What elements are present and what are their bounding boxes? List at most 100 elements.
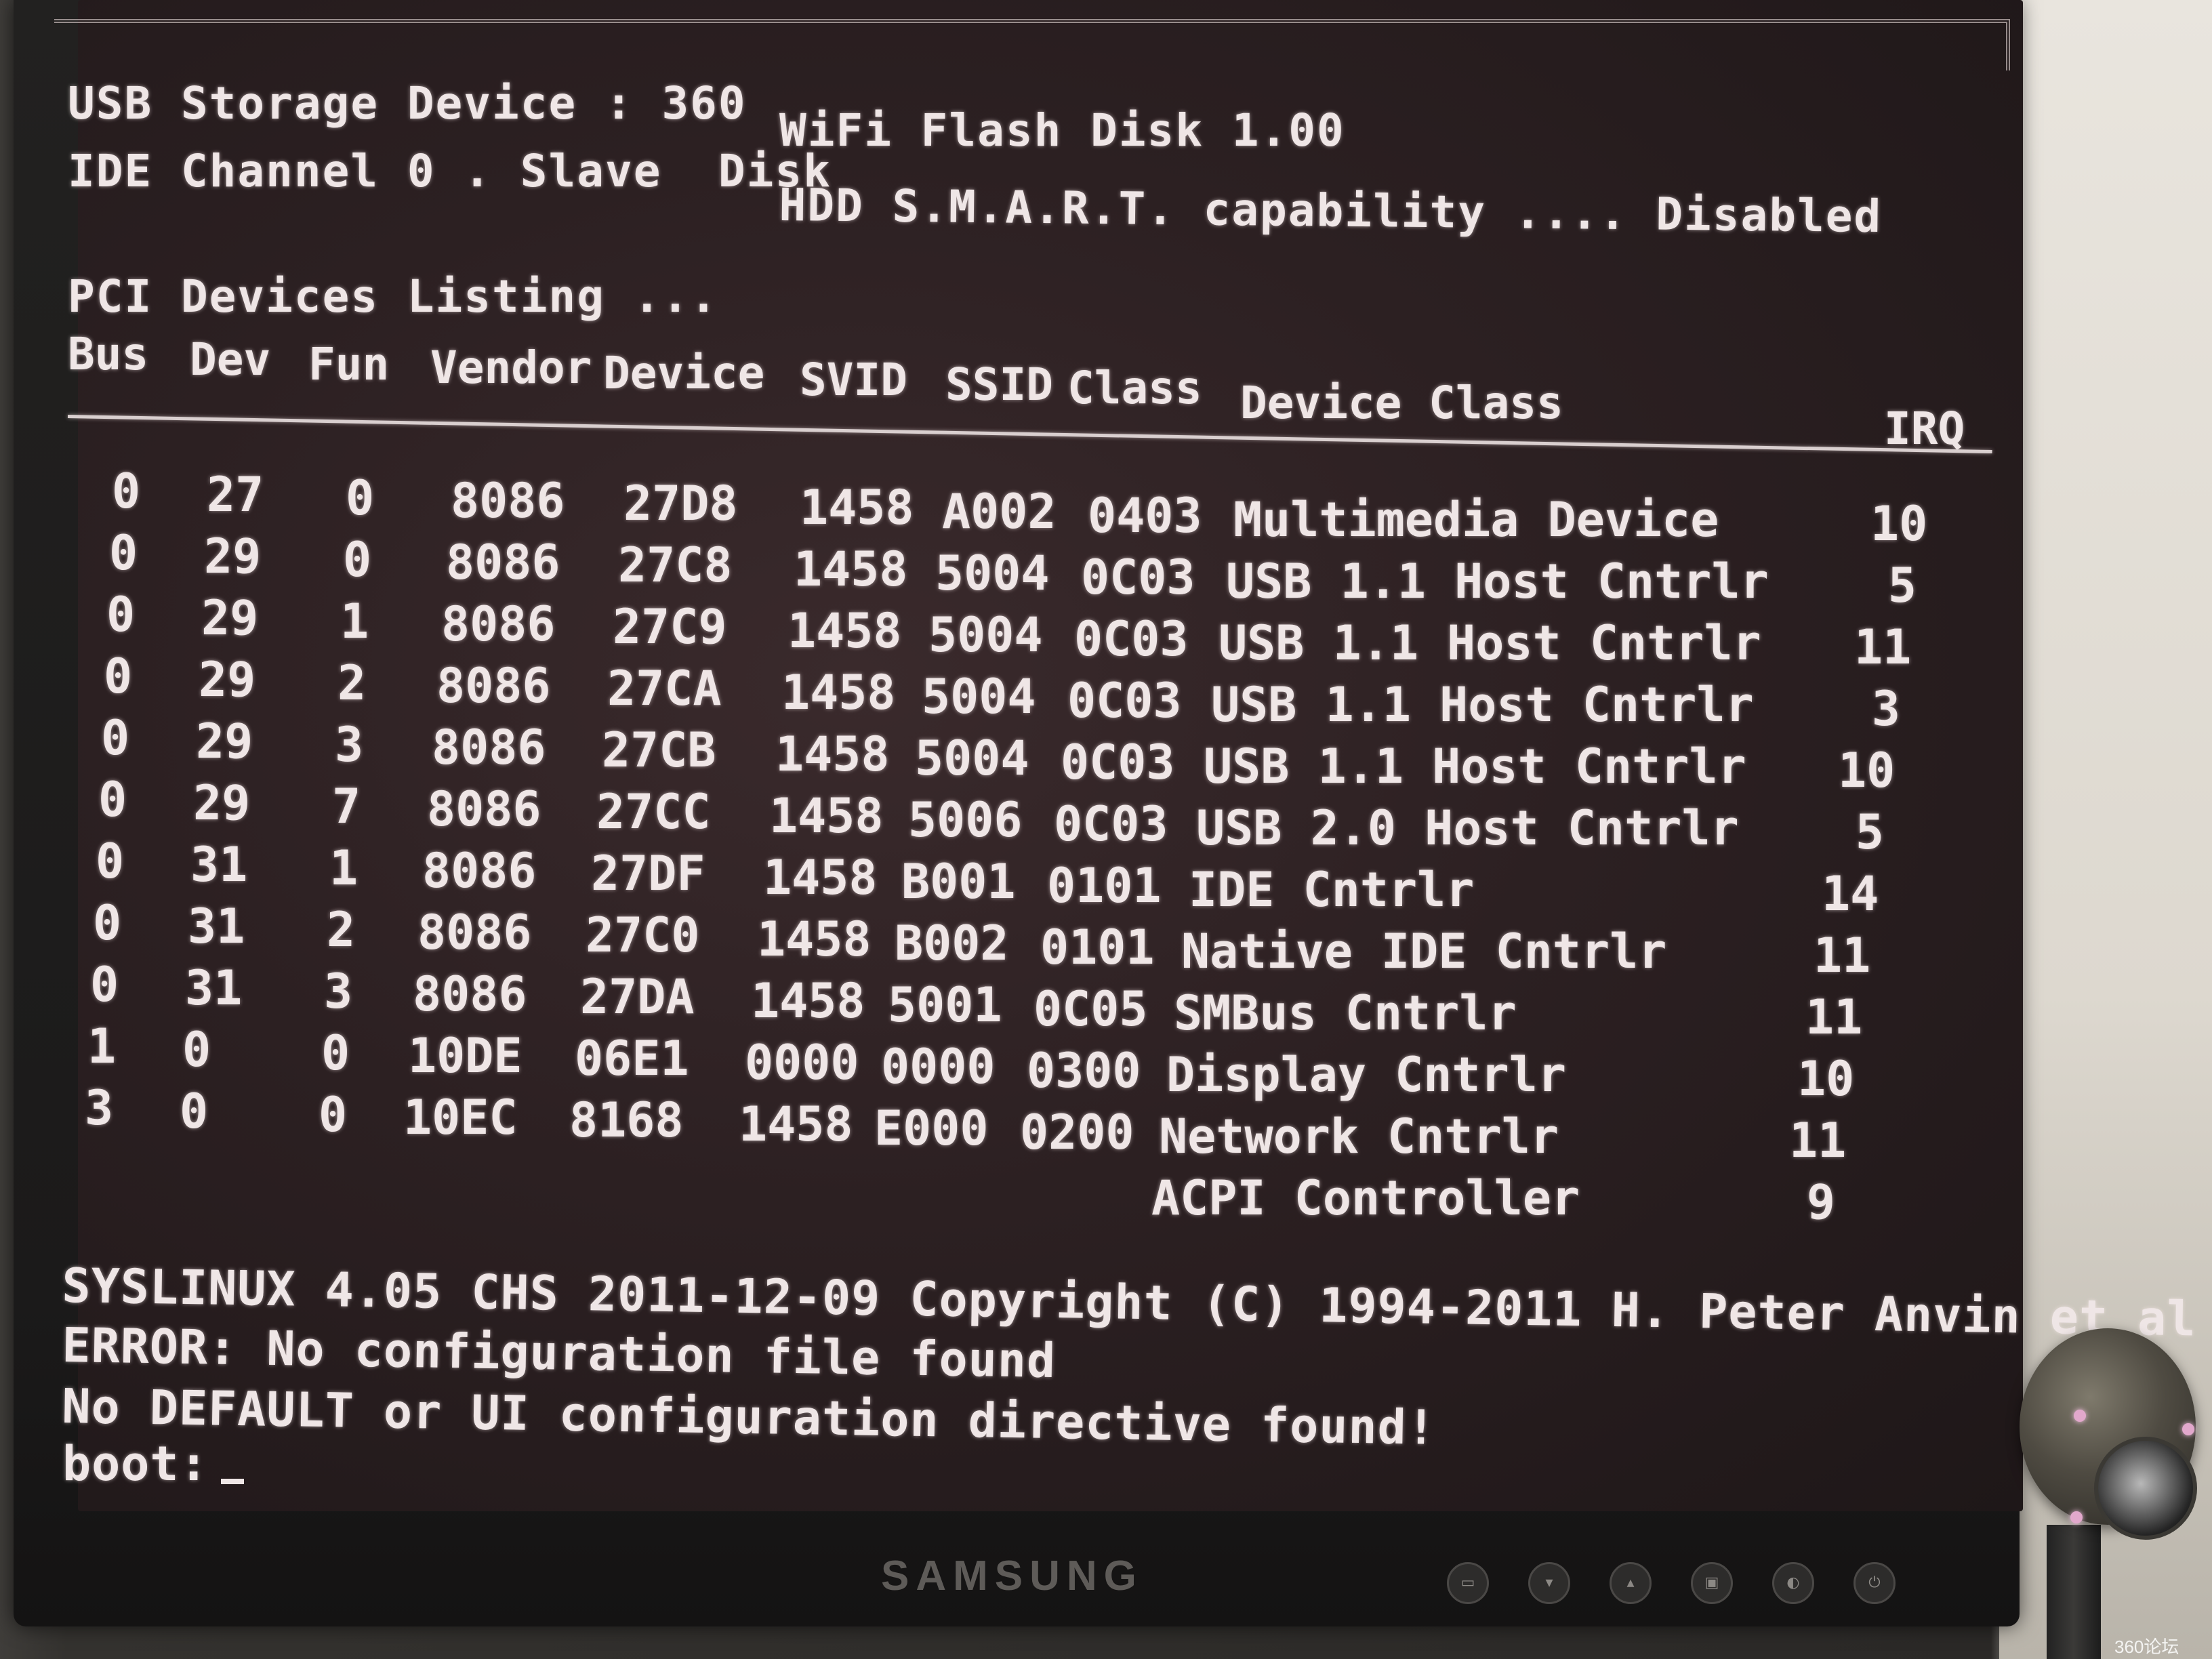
- cell-ssid: 5004: [922, 669, 1036, 724]
- cell-ssid: E000: [874, 1101, 989, 1156]
- webcam-stand: [2047, 1525, 2101, 1659]
- cell-vendor: 8086: [417, 905, 532, 960]
- cell-bus: 0: [96, 834, 125, 889]
- cell-device-class: Display Cntrlr: [1166, 1047, 1567, 1103]
- cell-dev: 29: [201, 590, 259, 646]
- col-dev: Dev: [190, 333, 271, 386]
- cell-bus: 0: [104, 649, 133, 704]
- cell-dev: 29: [196, 714, 253, 769]
- cell-svid: 1458: [769, 788, 884, 844]
- cell-ssid: 5006: [908, 792, 1023, 848]
- cell-class: 0C05: [1033, 981, 1148, 1037]
- cell-vendor: 8086: [427, 781, 541, 837]
- webcam-lens-icon: [2094, 1437, 2197, 1540]
- cell-class: 0101: [1047, 858, 1162, 914]
- col-device: Device: [603, 347, 765, 399]
- cell-ssid: 5004: [928, 607, 1043, 663]
- col-class: Class: [1067, 362, 1202, 414]
- bios-frame-border: [54, 19, 2010, 70]
- cell-bus: 0: [93, 895, 122, 951]
- cell-irq: 11: [1789, 1113, 1847, 1168]
- cell-class: 0C03: [1054, 796, 1168, 852]
- cell-device-class: Multimedia Device: [1233, 492, 1719, 548]
- cell-ssid: 5004: [935, 546, 1050, 601]
- col-fun: Fun: [308, 338, 390, 390]
- cell-device: 06E1: [575, 1031, 689, 1086]
- cell-device-class: USB 1.1 Host Cntrlr: [1226, 554, 1769, 609]
- cell-device: 27DF: [591, 846, 705, 901]
- boot-prompt[interactable]: boot:: [62, 1440, 244, 1488]
- cell-irq: 5: [1855, 804, 1884, 860]
- cell-svid: 1458: [775, 726, 890, 782]
- cell-fun: 1: [329, 840, 359, 896]
- cell-dev: 31: [190, 837, 248, 893]
- cell-device: 8168: [569, 1092, 684, 1148]
- cell-dev: 29: [193, 775, 251, 831]
- monitor-power-button[interactable]: ⏻: [1853, 1562, 1896, 1604]
- webcam-led-icon: [2074, 1410, 2086, 1422]
- cell-svid: 1458: [781, 665, 896, 720]
- cell-irq: 10: [1838, 743, 1896, 798]
- cell-vendor: 8086: [451, 473, 565, 529]
- cell-svid: 0000: [745, 1035, 859, 1090]
- boot-prompt-label: boot:: [62, 1436, 209, 1492]
- col-bus: Bus: [68, 328, 149, 380]
- cell-svid: 1458: [751, 973, 865, 1029]
- cell-fun: 0: [343, 532, 372, 588]
- cell-vendor: 10DE: [408, 1028, 523, 1084]
- cell-fun: 2: [327, 902, 356, 958]
- cell-irq: 9: [1806, 1174, 1835, 1230]
- cell-vendor: 8086: [441, 596, 556, 652]
- photo-scene: USB Storage Device : 360 WiFi Flash Disk…: [0, 0, 2212, 1659]
- cell-fun: 0: [319, 1087, 348, 1143]
- cell-dev: 31: [185, 960, 243, 1016]
- cell-svid: 1458: [787, 603, 902, 659]
- cell-class: 0403: [1088, 488, 1202, 544]
- webcam-led-icon: [2070, 1511, 2083, 1523]
- cell-class: 0C03: [1081, 550, 1195, 605]
- cell-dev: 29: [199, 652, 256, 708]
- monitor-down-button[interactable]: ▾: [1528, 1562, 1570, 1604]
- cell-device-class: ACPI Controller: [1151, 1170, 1580, 1226]
- col-irq: IRQ: [1884, 403, 1965, 455]
- monitor-source-button[interactable]: ▣: [1691, 1562, 1733, 1604]
- cell-device: 27CB: [602, 722, 716, 778]
- cell-device: 27CC: [596, 784, 711, 840]
- cell-irq: 10: [1797, 1051, 1855, 1107]
- usb-device-name: WiFi Flash Disk 1.00: [779, 104, 1345, 157]
- monitor-up-button[interactable]: ▴: [1610, 1562, 1652, 1604]
- cell-svid: 1458: [739, 1097, 853, 1152]
- cell-device-class: IDE Cntrlr: [1189, 862, 1475, 918]
- cell-class: 0C03: [1074, 611, 1189, 667]
- monitor-menu-button[interactable]: ▭: [1447, 1562, 1489, 1604]
- cell-vendor: 8086: [432, 720, 546, 775]
- cell-device: 27DA: [580, 969, 695, 1025]
- cell-fun: 3: [324, 964, 353, 1019]
- cell-irq: 11: [1814, 928, 1871, 983]
- cell-bus: 0: [90, 957, 119, 1012]
- ide-channel-label: IDE Channel 0 . Slave Disk: [68, 145, 832, 197]
- cell-svid: 1458: [794, 541, 908, 597]
- col-svid: SVID: [800, 354, 907, 406]
- cell-bus: 3: [85, 1080, 114, 1136]
- cell-dev: 31: [188, 899, 245, 954]
- cell-ssid: A002: [942, 484, 1057, 539]
- text-cursor: [220, 1479, 244, 1484]
- cell-irq: 11: [1805, 989, 1863, 1045]
- cell-ssid: 0000: [881, 1039, 996, 1094]
- cell-device-class: USB 1.1 Host Cntrlr: [1211, 677, 1754, 733]
- cell-device: 27C0: [586, 907, 700, 963]
- cell-bus: 0: [106, 587, 136, 642]
- cell-dev: 0: [180, 1084, 209, 1139]
- cell-bus: 0: [112, 464, 141, 519]
- monitor-auto-button[interactable]: ◐: [1772, 1562, 1814, 1604]
- pci-listing-title: PCI Devices Listing ...: [68, 270, 718, 323]
- cell-fun: 3: [335, 717, 364, 773]
- cell-vendor: 8086: [446, 535, 560, 590]
- cell-ssid: 5001: [888, 977, 1002, 1033]
- monitor-brand-logo: SAMSUNG: [881, 1553, 1143, 1599]
- cell-ssid: B001: [901, 854, 1016, 909]
- cell-vendor: 8086: [422, 843, 537, 899]
- cell-class: 0101: [1040, 920, 1155, 975]
- cell-irq: 14: [1822, 866, 1879, 922]
